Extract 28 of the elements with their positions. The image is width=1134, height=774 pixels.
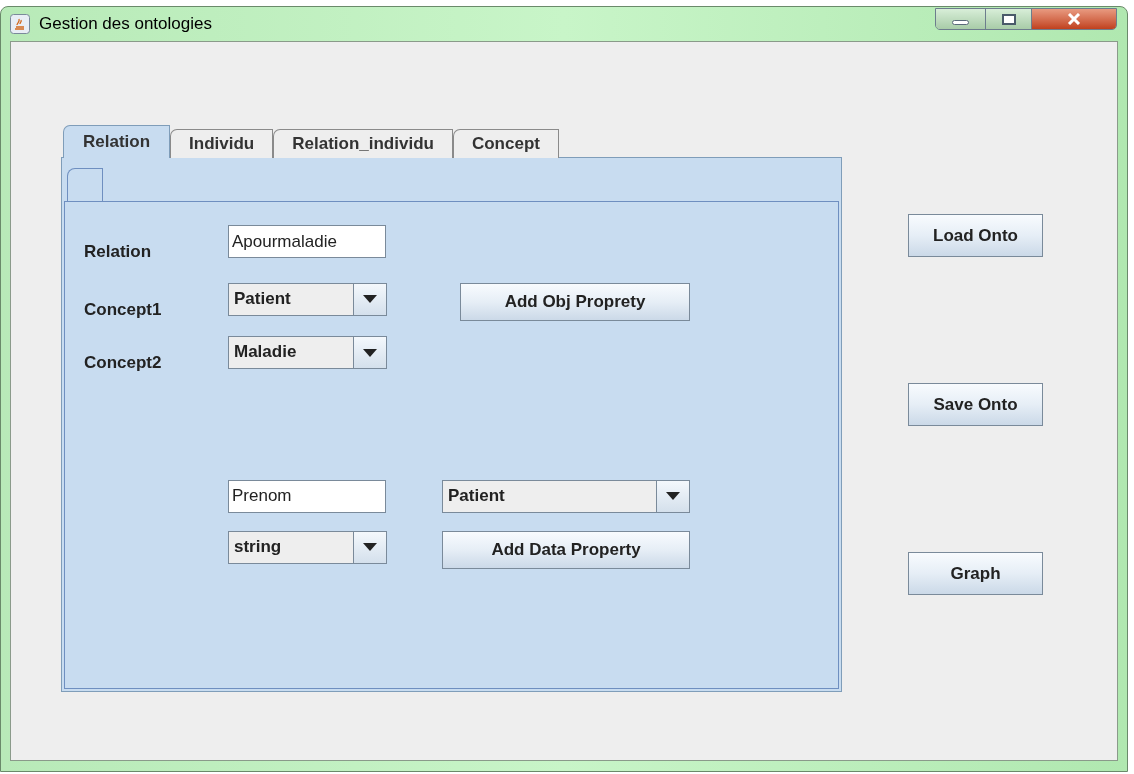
window-title: Gestion des ontologies — [39, 13, 212, 36]
close-icon — [1067, 13, 1081, 25]
caret-icon — [363, 295, 377, 303]
minimize-button[interactable] — [936, 9, 986, 29]
dropdown[interactable]: Patient — [228, 282, 387, 316]
tab[interactable]: Individu — [170, 129, 274, 158]
cup-icon — [10, 14, 30, 34]
field-label: Concept2 — [84, 352, 163, 374]
button[interactable]: Save Onto — [908, 383, 1043, 426]
caret-icon — [363, 543, 377, 551]
tab[interactable]: Relation — [63, 125, 171, 158]
button[interactable]: Graph — [908, 552, 1043, 595]
dropdown[interactable]: string — [228, 530, 387, 564]
caret-icon — [363, 348, 377, 357]
button[interactable]: Add Obj Proprety — [460, 282, 690, 321]
dropdown[interactable]: Maladie — [228, 336, 387, 369]
tab[interactable]: Concept — [452, 129, 559, 158]
button[interactable]: Load Onto — [908, 214, 1043, 257]
caret-icon — [666, 492, 680, 500]
tab[interactable]: Relation_individu — [273, 129, 453, 158]
text-field[interactable]: Apourmaladie — [228, 225, 386, 258]
dropdown[interactable]: Patient — [442, 479, 690, 513]
button[interactable]: Add Data Property — [442, 530, 690, 569]
field-label: Relation — [84, 241, 153, 263]
text-field[interactable]: Prenom — [228, 479, 386, 513]
close-button[interactable] — [1032, 9, 1116, 29]
field-label: Concept1 — [84, 298, 163, 321]
maximize-button[interactable] — [986, 9, 1032, 29]
